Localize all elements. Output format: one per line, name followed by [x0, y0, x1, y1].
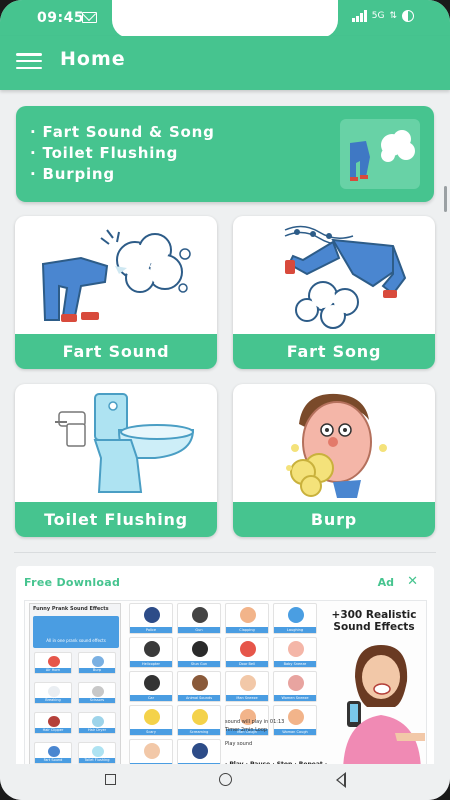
card-label: Toilet Flushing — [15, 502, 217, 537]
battery-icon — [402, 10, 414, 22]
page-title: Home — [60, 48, 126, 70]
phone-screen: 09:45 5G ⇅ Home Fart Sound & Song Toilet… — [0, 0, 450, 800]
ad-sound-play-text: sound will play in 01:13 — [225, 719, 285, 725]
recent-apps-icon[interactable] — [105, 774, 116, 785]
mail-icon — [82, 12, 97, 23]
ad-mock-tile: Burp — [78, 652, 116, 674]
ad-mock-tile: Hair Dryer — [78, 712, 116, 734]
scrollbar[interactable] — [444, 186, 447, 212]
ad-grid-tile: Stun Gun — [177, 637, 221, 668]
ad-grid-tile: Baby Sneeze — [273, 637, 317, 668]
back-icon[interactable] — [336, 772, 346, 788]
card-label: Burp — [233, 502, 435, 537]
ad-mock-title: Funny Prank Sound Effects — [33, 606, 109, 612]
camera-notch — [112, 0, 338, 38]
ad-divider — [14, 552, 436, 553]
ad-grid-tile: Police — [129, 603, 173, 634]
ad-mock-tile: Breaking — [34, 682, 72, 704]
ad-mock-hero — [33, 616, 119, 648]
ad-creative[interactable]: Funny Prank Sound Effects All in one pra… — [24, 600, 427, 776]
status-time: 09:45 — [37, 10, 85, 26]
ad-grid-tile: Animal Sounds — [177, 671, 221, 702]
ad-grid-tile: Scary — [129, 705, 173, 736]
home-icon[interactable] — [219, 773, 232, 786]
ad-play-sound-text: Play sound — [225, 741, 253, 747]
ad-mock-app-screen: Funny Prank Sound Effects All in one pra… — [29, 603, 121, 775]
ad-grid-tile: Door Bell — [225, 637, 269, 668]
card-label: Fart Song — [233, 334, 435, 369]
ad-grid-tile: Helicopter — [129, 637, 173, 668]
ad-close-icon[interactable]: ✕ — [407, 574, 418, 589]
ad-grid-tile: Women Sneeze — [273, 671, 317, 702]
banner-list: Fart Sound & Song Toilet Flushing Burpin… — [30, 122, 215, 185]
app-bar: Home — [0, 36, 450, 90]
card-fart-sound[interactable]: Fart Sound — [15, 216, 217, 369]
network-label: 5G — [371, 11, 385, 21]
hamburger-menu-icon[interactable] — [16, 50, 42, 72]
card-label: Fart Sound — [15, 334, 217, 369]
banner-item: Fart Sound & Song — [30, 122, 215, 143]
ad-free-download-label[interactable]: Free Download — [24, 576, 120, 589]
feature-banner[interactable]: Fart Sound & Song Toilet Flushing Burpin… — [16, 106, 434, 202]
banner-item: Toilet Flushing — [30, 143, 215, 164]
card-fart-song[interactable]: Fart Song — [233, 216, 435, 369]
fart-illustration-icon — [340, 119, 420, 189]
ad-mock-tile: Hair Clipper — [34, 712, 72, 734]
ad-grid-tile: Man Sneeze — [225, 671, 269, 702]
ad-banner[interactable]: Free Download Ad ✕ Funny Prank Sound Eff… — [16, 566, 434, 776]
burp-icon — [286, 393, 387, 498]
card-burp[interactable]: Burp — [233, 384, 435, 537]
toilet-icon — [55, 393, 195, 493]
ad-mock-tile: Fart Sound — [34, 742, 72, 764]
signal-icon — [352, 10, 367, 22]
data-arrows-icon: ⇅ — [389, 11, 397, 21]
card-toilet-flushing[interactable]: Toilet Flushing — [15, 384, 217, 537]
status-bar: 09:45 5G ⇅ — [0, 0, 450, 38]
ad-promo-text: +300 Realistic Sound Effects — [331, 609, 417, 633]
ad-grid-tile: Car — [129, 671, 173, 702]
ad-mock-tile: Scissors — [78, 682, 116, 704]
ad-mock-hero-text: All in one prank sound effects — [46, 638, 106, 643]
ad-tag: Ad — [377, 576, 394, 589]
ad-grid-tile: Gun — [177, 603, 221, 634]
status-right-icons: 5G ⇅ — [352, 10, 414, 22]
ad-grid-tile: Clapping — [225, 603, 269, 634]
ad-mock-tile: Toilet Flushing — [78, 742, 116, 764]
banner-item: Burping — [30, 164, 215, 185]
ad-grid-tile: Laughing — [273, 603, 317, 634]
fart-sound-icon — [41, 229, 191, 322]
ad-woman-photo-icon — [343, 645, 425, 773]
ad-mock-tile: Air Horn — [34, 652, 72, 674]
system-nav-bar — [0, 764, 450, 800]
fart-song-icon — [284, 225, 407, 329]
ad-timer-text: Timer 2min Loop — [225, 727, 268, 733]
ad-grid-tile: Screaming — [177, 705, 221, 736]
